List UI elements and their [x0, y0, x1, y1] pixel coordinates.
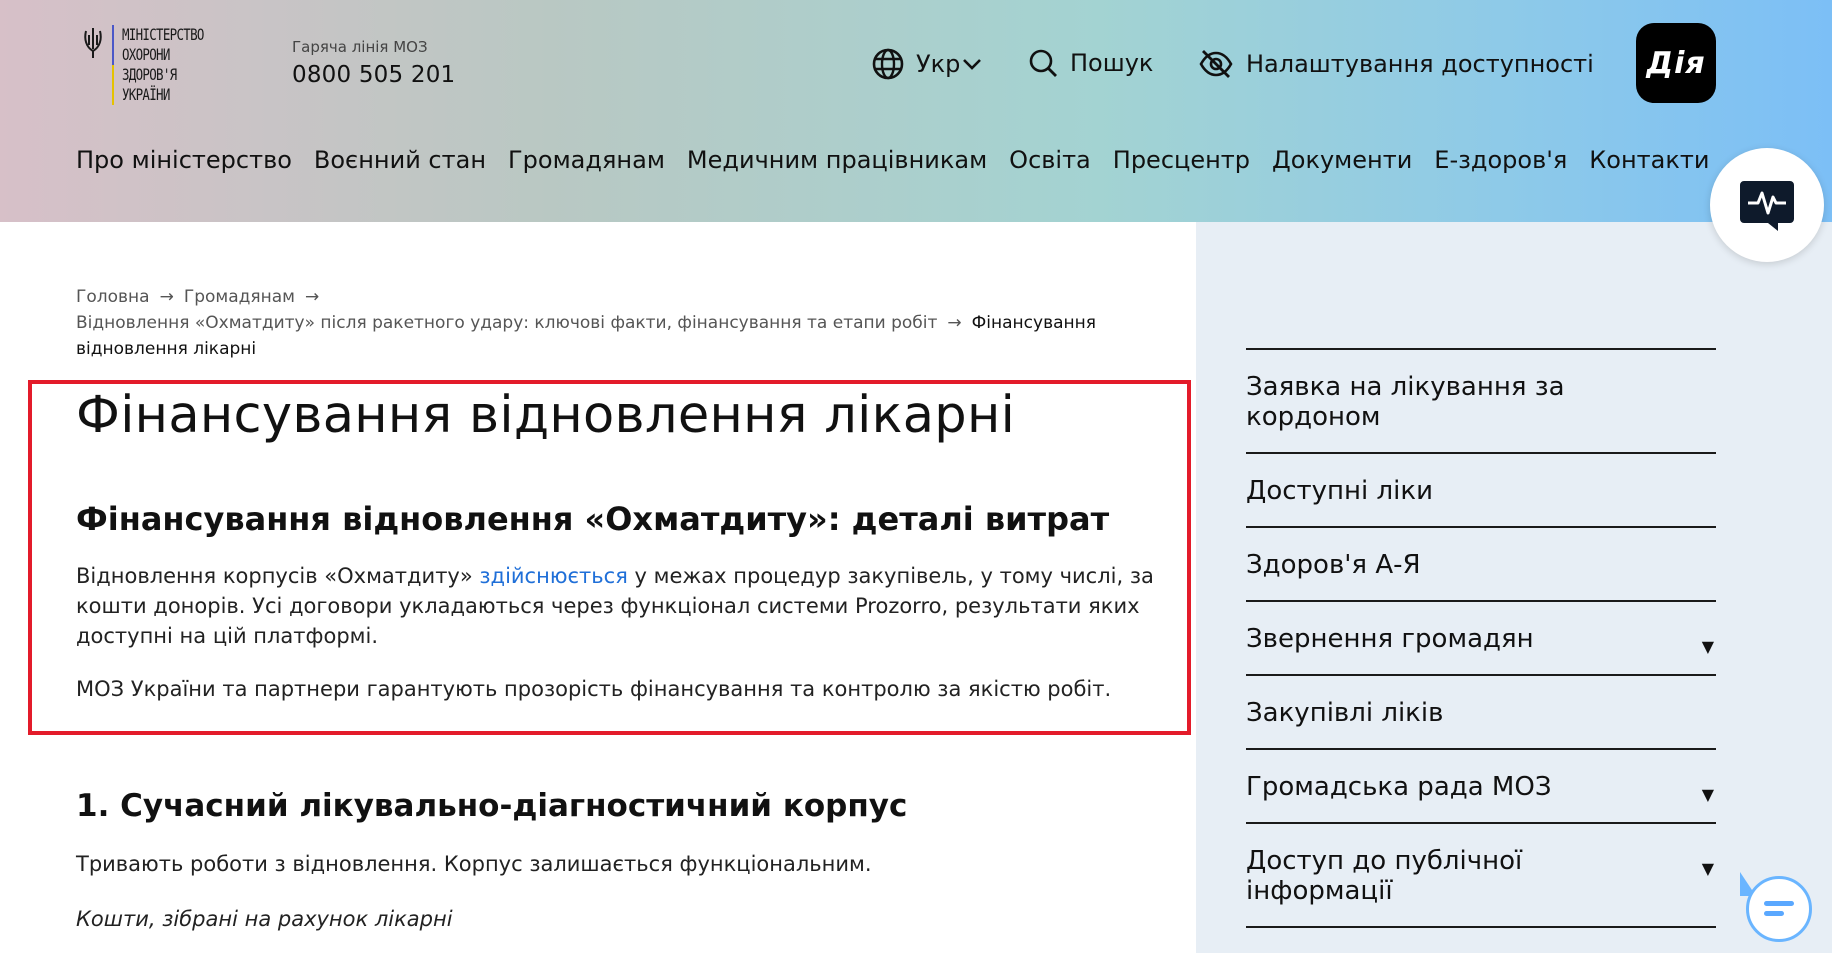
main-nav: Про міністерство Воєнний стан Громадянам… — [76, 146, 1709, 174]
accessibility-label: Налаштування доступності — [1246, 50, 1594, 78]
sidebar-item-public-council[interactable]: Громадська рада МОЗ ▼ — [1246, 748, 1716, 822]
sidebar-item-treatment-abroad[interactable]: Заявка на лікування за кордоном — [1246, 348, 1716, 452]
nav-item-ehealth[interactable]: Е-здоров'я — [1434, 146, 1567, 174]
arrow-right-icon: → — [947, 313, 962, 333]
sidebar-item-label: Доступ до публічної інформації — [1246, 846, 1523, 906]
logo-line: УКРАЇНИ — [122, 85, 170, 104]
nav-item-martial-law[interactable]: Воєнний стан — [314, 146, 486, 174]
nav-item-education[interactable]: Освіта — [1009, 146, 1091, 174]
sidebar-item-label: Здоров'я А-Я — [1246, 550, 1421, 580]
nav-item-medical-workers[interactable]: Медичним працівникам — [687, 146, 987, 174]
search-button[interactable]: Пошук — [1028, 48, 1153, 78]
nav-item-citizens[interactable]: Громадянам — [508, 146, 665, 174]
eye-off-icon — [1199, 50, 1233, 78]
caret-down-icon: ▼ — [1701, 637, 1714, 656]
paragraph-works-status: Тривають роботи з відновлення. Корпус за… — [76, 852, 872, 876]
sidebar-item-label: Звернення громадян — [1246, 624, 1534, 654]
pulse-chat-icon — [1740, 181, 1794, 231]
caret-down-icon: ▼ — [1701, 785, 1714, 804]
nav-item-about[interactable]: Про міністерство — [76, 146, 292, 174]
sidebar-menu: Заявка на лікування за кордоном Доступні… — [1246, 348, 1716, 953]
search-label: Пошук — [1070, 49, 1154, 77]
sidebar-item-label: Закупівлі ліків — [1246, 698, 1444, 728]
language-selector[interactable]: Укр — [872, 48, 982, 80]
chat-button[interactable] — [1746, 876, 1812, 942]
arrow-right-icon: → — [159, 287, 174, 307]
sidebar-item-medicine-procurement[interactable]: Закупівлі ліків — [1246, 674, 1716, 748]
globe-icon — [872, 48, 904, 80]
breadcrumb-citizens[interactable]: Громадянам — [184, 287, 295, 307]
section-heading-diagnostic-building: 1. Сучасний лікувально-діагностичний кор… — [76, 788, 908, 824]
moz-logo[interactable]: МІНІСТЕРСТВО ОХОРОНИ ЗДОРОВ'Я УКРАЇНИ — [82, 25, 227, 105]
hotline: Гаряча лінія МОЗ 0800 505 201 — [292, 38, 455, 88]
arrow-right-icon: → — [304, 287, 320, 307]
nav-item-documents[interactable]: Документи — [1272, 146, 1412, 174]
sidebar-item-citizen-appeals[interactable]: Звернення громадян ▼ — [1246, 600, 1716, 674]
paragraph-procurement: Відновлення корпусів «Охматдиту» здійсню… — [76, 561, 1156, 651]
paragraph-transparency: МОЗ України та партнери гарантують прозо… — [76, 677, 1112, 701]
diia-button[interactable]: Дія — [1636, 23, 1716, 103]
nav-item-contacts[interactable]: Контакти — [1589, 146, 1709, 174]
sidebar-item-available-medicines[interactable]: Доступні ліки — [1246, 452, 1716, 526]
site-header: МІНІСТЕРСТВО ОХОРОНИ ЗДОРОВ'Я УКРАЇНИ Га… — [0, 0, 1832, 222]
search-icon — [1029, 49, 1057, 77]
sidebar-item-label: Доступні ліки — [1246, 476, 1433, 506]
trident-icon — [84, 28, 102, 58]
logo-line: МІНІСТЕРСТВО — [122, 25, 204, 44]
chat-icon — [1764, 901, 1794, 916]
page-title: Фінансування відновлення лікарні — [76, 386, 1016, 445]
logo-line: ОХОРОНИ — [122, 45, 170, 64]
hotline-number[interactable]: 0800 505 201 — [292, 62, 455, 88]
sidebar-item-label: Громадська рада МОЗ — [1246, 772, 1552, 802]
sidebar-item-public-information[interactable]: Доступ до публічної інформації ▼ — [1246, 822, 1716, 926]
language-label: Укр — [916, 50, 961, 78]
paragraph-text: Відновлення корпусів «Охматдиту» — [76, 564, 480, 588]
logo-line: ЗДОРОВ'Я — [122, 65, 177, 84]
section-title: Фінансування відновлення «Охматдиту»: де… — [76, 500, 1110, 538]
paragraph-funds-caption: Кошти, зібрані на рахунок лікарні — [76, 907, 453, 931]
breadcrumb: Головна → Громадянам → Відновлення «Охматди… — [76, 284, 1116, 362]
health-monitor-button[interactable] — [1710, 148, 1824, 262]
breadcrumb-okhmatdyt[interactable]: Відновлення «Охматдиту» після ракетного … — [76, 313, 937, 333]
sidebar-item-health-a-z[interactable]: Здоров'я А-Я — [1246, 526, 1716, 600]
nav-item-press[interactable]: Пресцентр — [1113, 146, 1250, 174]
logo-divider — [112, 25, 114, 105]
chevron-down-icon — [963, 59, 982, 70]
hotline-label: Гаряча лінія МОЗ — [292, 38, 428, 56]
accessibility-settings-button[interactable]: Налаштування доступності — [1198, 48, 1594, 80]
caret-down-icon: ▼ — [1701, 859, 1714, 878]
breadcrumb-home[interactable]: Головна — [76, 287, 150, 307]
sidebar-item-label: Консультації з громадськістю — [1246, 928, 1656, 953]
procurement-link[interactable]: здійснюється — [479, 564, 627, 588]
sidebar-item-label: Заявка на лікування за кордоном — [1246, 372, 1565, 432]
sidebar-item-public-consultations[interactable]: Консультації з громадськістю ▼ — [1246, 926, 1716, 953]
logo-text: МІНІСТЕРСТВО ОХОРОНИ ЗДОРОВ'Я УКРАЇНИ — [122, 25, 204, 105]
